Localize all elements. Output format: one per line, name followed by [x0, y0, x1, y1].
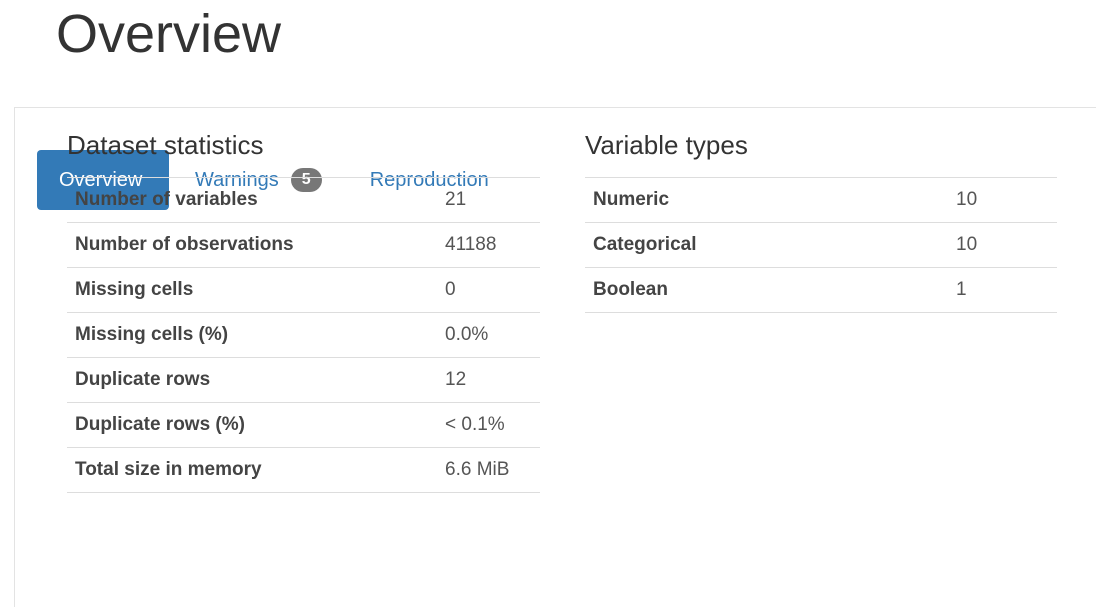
- table-row: Duplicate rows 12: [67, 357, 540, 403]
- stat-label: Duplicate rows: [67, 357, 437, 403]
- type-count: 1: [948, 267, 1057, 313]
- report-page: Overview Overview Warnings 5 Reproductio…: [0, 0, 1096, 607]
- stat-label: Number of observations: [67, 222, 437, 268]
- stat-value: 12: [437, 357, 540, 403]
- variable-types-heading: Variable types: [585, 130, 748, 160]
- dataset-statistics-table: Number of variables 21 Number of observa…: [67, 177, 540, 493]
- stat-label: Total size in memory: [67, 447, 437, 493]
- variable-types-table: Numeric 10 Categorical 10 Boolean 1: [585, 177, 1057, 313]
- stat-value: < 0.1%: [437, 402, 540, 448]
- page-title: Overview: [56, 4, 282, 64]
- table-row: Numeric 10: [585, 177, 1057, 223]
- stat-label: Missing cells (%): [67, 312, 437, 358]
- type-label: Categorical: [585, 222, 948, 268]
- stat-label: Missing cells: [67, 267, 437, 313]
- table-row: Number of variables 21: [67, 177, 540, 223]
- stat-value: 0.0%: [437, 312, 540, 358]
- stat-label: Duplicate rows (%): [67, 402, 437, 448]
- table-row: Number of observations 41188: [67, 222, 540, 268]
- table-row: Categorical 10: [585, 222, 1057, 268]
- table-row: Missing cells 0: [67, 267, 540, 313]
- table-row: Duplicate rows (%) < 0.1%: [67, 402, 540, 448]
- table-row: Boolean 1: [585, 267, 1057, 313]
- type-count: 10: [948, 177, 1057, 223]
- type-label: Numeric: [585, 177, 948, 223]
- type-label: Boolean: [585, 267, 948, 313]
- stat-value: 21: [437, 177, 540, 223]
- type-count: 10: [948, 222, 1057, 268]
- stat-value: 0: [437, 267, 540, 313]
- stat-label: Number of variables: [67, 177, 437, 223]
- stat-value: 41188: [437, 222, 540, 268]
- stat-value: 6.6 MiB: [437, 447, 540, 493]
- table-row: Total size in memory 6.6 MiB: [67, 447, 540, 493]
- dataset-statistics-heading: Dataset statistics: [67, 130, 264, 160]
- table-row: Missing cells (%) 0.0%: [67, 312, 540, 358]
